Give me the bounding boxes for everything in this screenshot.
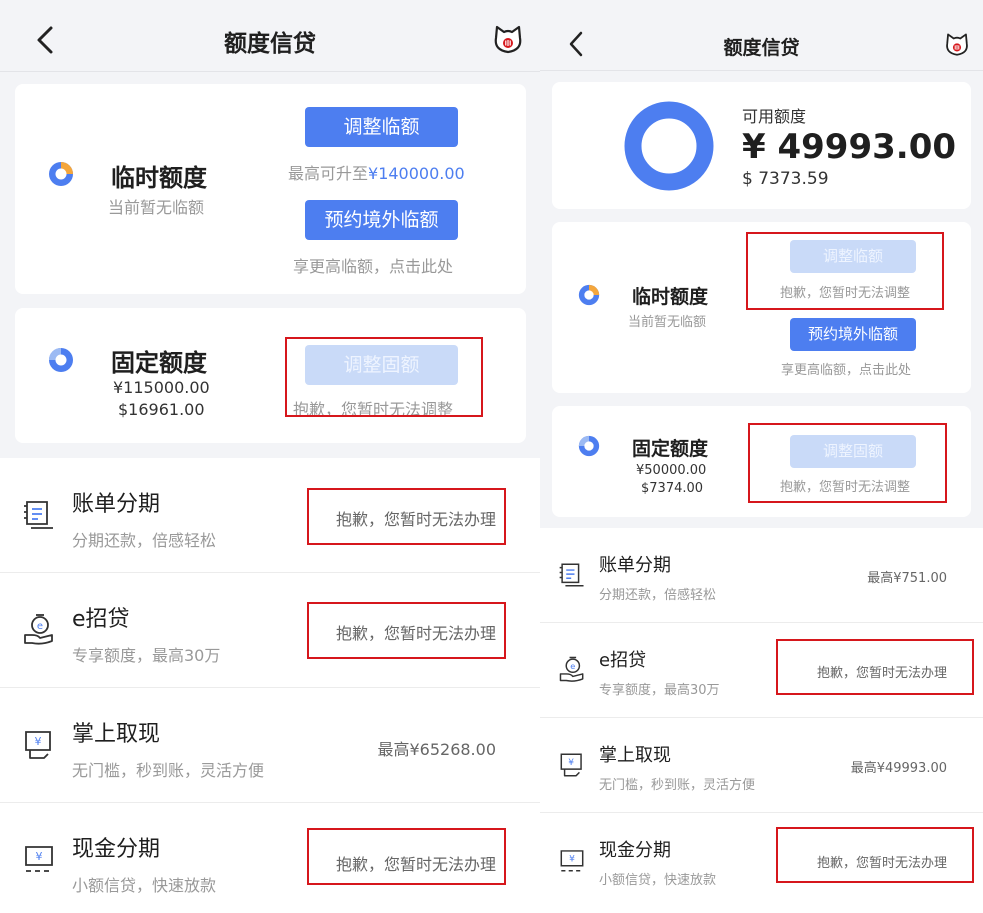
temp-limit-card: 临时额度 当前暂无临额 调整临额 最高可升至¥140000.00 预约境外临额 … — [15, 84, 526, 294]
item-subtitle: 无门槛，秒到账，灵活方便 — [72, 761, 265, 780]
temp-limit-title: 临时额度 — [111, 164, 207, 192]
item-subtitle: 无门槛，秒到账，灵活方便 — [599, 778, 756, 793]
svg-text:¥: ¥ — [569, 855, 575, 865]
cat-assistant-icon[interactable] — [944, 32, 970, 58]
svg-text:e: e — [570, 661, 575, 671]
item-subtitle: 专享额度，最高30万 — [72, 646, 221, 665]
item-title: 现金分期 — [72, 837, 161, 862]
max-raise-prefix: 最高可升至 — [288, 164, 369, 183]
navbar: 额度信贷 — [0, 0, 540, 72]
available-amount-cny: ¥ 49993.00 — [742, 127, 957, 167]
bill-installment-icon — [559, 563, 584, 587]
fixed-limit-cny: ¥115000.00 — [113, 378, 210, 397]
item-subtitle: 分期还款，倍感轻松 — [599, 588, 717, 603]
fixed-limit-cny: ¥50000.00 — [636, 463, 707, 478]
page-title: 额度信贷 — [224, 31, 316, 57]
item-subtitle: 专享额度，最高30万 — [599, 683, 720, 698]
e-loan-icon: e — [24, 614, 53, 645]
navbar: 额度信贷 — [540, 0, 983, 71]
page-title: 额度信贷 — [723, 37, 800, 59]
pie-chart-icon — [578, 435, 600, 457]
cash-withdraw-icon: ¥ — [25, 731, 51, 759]
item-subtitle: 分期还款，倍感轻松 — [72, 531, 217, 550]
svg-text:¥: ¥ — [568, 758, 574, 768]
overseas-limit-button[interactable]: 预约境外临额 — [790, 318, 916, 351]
svg-text:¥: ¥ — [35, 735, 42, 748]
svg-text:e: e — [37, 621, 43, 632]
available-amount-usd: $ 7373.59 — [742, 169, 829, 189]
fixed-limit-usd: $16961.00 — [118, 400, 205, 419]
item-title: e招贷 — [72, 607, 130, 632]
fixed-limit-title: 固定额度 — [111, 349, 207, 377]
e-loan-icon: e — [559, 656, 584, 682]
overseas-hint[interactable]: 享更高临额，点击此处 — [293, 253, 453, 277]
max-raise-value: ¥140000.00 — [368, 164, 465, 183]
item-title: 账单分期 — [599, 555, 671, 576]
item-title: 掌上取现 — [72, 722, 161, 747]
temp-limit-title: 临时额度 — [632, 286, 709, 308]
svg-text:¥: ¥ — [36, 850, 43, 863]
available-limit-card: 可用额度 ¥ 49993.00 $ 7373.59 — [552, 82, 971, 209]
overseas-limit-button[interactable]: 预约境外临额 — [305, 200, 458, 240]
list-item-cash-withdraw[interactable]: ¥ 掌上取现 无门槛，秒到账，灵活方便 最高¥65268.00 — [0, 688, 540, 803]
annotation-highlight-box — [776, 827, 974, 883]
annotation-highlight-box — [748, 423, 947, 503]
adjust-temp-limit-button[interactable]: 调整临额 — [305, 107, 458, 147]
bill-installment-icon — [24, 501, 53, 529]
cash-withdraw-icon: ¥ — [560, 753, 582, 777]
cat-assistant-icon[interactable] — [492, 24, 524, 56]
temp-limit-subtitle: 当前暂无临额 — [628, 315, 707, 330]
item-status: 最高¥49993.00 — [850, 761, 947, 776]
fixed-limit-usd: $7374.00 — [641, 481, 704, 496]
cash-installment-icon: ¥ — [560, 850, 584, 872]
pie-chart-icon — [49, 348, 73, 372]
list-item-bill-installment[interactable]: 账单分期 分期还款，倍感轻松 最高¥751.00 — [540, 528, 983, 623]
pie-chart-icon — [578, 284, 600, 306]
annotation-highlight-box — [746, 232, 944, 310]
item-subtitle: 小额信贷，快速放款 — [599, 873, 717, 888]
annotation-highlight-box — [776, 639, 974, 695]
right-screen: 额度信贷 可用额度 ¥ 49993.00 $ 7373.59 临时额度 当前暂无… — [540, 0, 983, 913]
temp-limit-subtitle: 当前暂无临额 — [108, 198, 205, 217]
item-title: e招贷 — [599, 650, 647, 671]
item-title: 现金分期 — [599, 840, 671, 861]
pie-chart-icon — [49, 162, 73, 186]
fixed-limit-title: 固定额度 — [632, 438, 709, 460]
annotation-highlight-box — [285, 337, 483, 417]
item-title: 掌上取现 — [599, 745, 671, 766]
annotation-highlight-box — [307, 488, 506, 545]
donut-chart-icon — [624, 101, 714, 191]
available-label: 可用额度 — [742, 107, 807, 126]
item-status: 最高¥751.00 — [867, 571, 947, 586]
annotation-highlight-box — [307, 828, 506, 885]
cash-installment-icon: ¥ — [25, 846, 53, 872]
annotation-highlight-box — [307, 602, 506, 659]
left-screen: 额度信贷 临时额度 当前暂无临额 调整临额 最高可升至¥140000.00 预约… — [0, 0, 540, 913]
max-raise-text: 最高可升至¥140000.00 — [288, 160, 465, 184]
item-subtitle: 小额信贷，快速放款 — [72, 876, 217, 895]
item-title: 账单分期 — [72, 492, 161, 517]
overseas-hint[interactable]: 享更高临额，点击此处 — [781, 359, 911, 378]
item-status: 最高¥65268.00 — [377, 740, 496, 759]
list-item-cash-withdraw[interactable]: ¥ 掌上取现 无门槛，秒到账，灵活方便 最高¥49993.00 — [540, 718, 983, 813]
